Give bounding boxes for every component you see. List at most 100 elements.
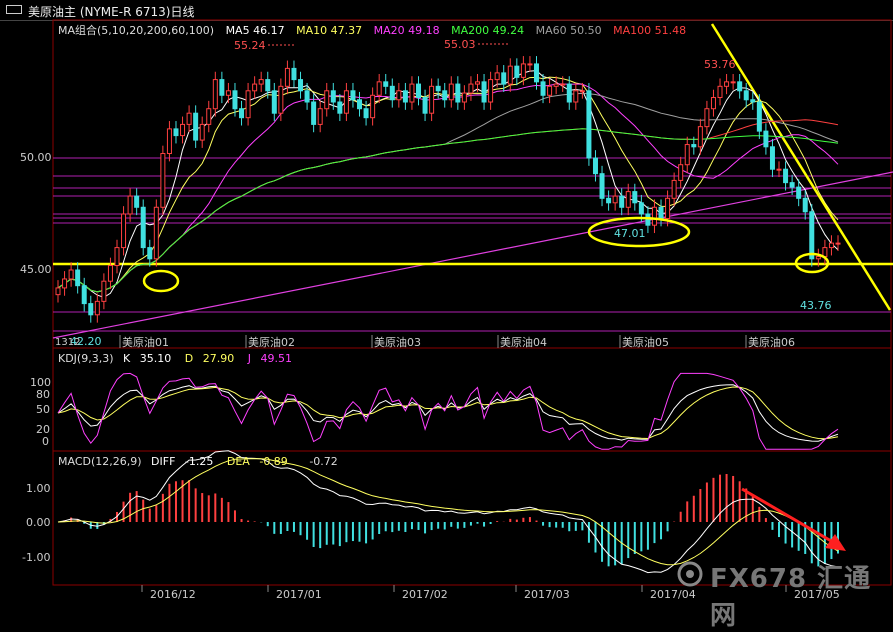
candle-body-6 — [94, 300, 100, 316]
candle-body-25 — [219, 79, 225, 96]
candle-body-114 — [802, 197, 808, 213]
candle-body-98 — [697, 126, 703, 148]
annotation-high-55-24: 55.24 — [234, 39, 266, 52]
annotation-low-43-76: 43.76 — [800, 299, 832, 312]
ma20-value: MA20 49.18 — [373, 24, 440, 37]
candle-body-72 — [527, 63, 533, 66]
candle-body-3 — [75, 269, 81, 287]
candle-body-15 — [153, 206, 159, 260]
candle-body-11 — [127, 195, 133, 215]
ma200-value: MA200 49.24 — [451, 24, 525, 37]
candle-body-71 — [520, 63, 526, 78]
candle-body-113 — [796, 186, 802, 199]
candle-body-21 — [193, 112, 199, 141]
kdj-tick-50: 50 — [36, 403, 50, 416]
kdj-d-label: D — [184, 352, 194, 365]
candle-body-82 — [592, 157, 598, 175]
kdj-j-value: 49.51 — [260, 352, 292, 365]
watermark-text: FX678 汇通网 — [710, 564, 872, 631]
x-label-0: 2016/12 — [150, 588, 196, 601]
kdj-d-value: 27.90 — [202, 352, 235, 365]
candle-body-94 — [671, 179, 677, 199]
contract-label-3: 美原油04 — [500, 335, 547, 349]
candle-body-52 — [396, 90, 402, 101]
candle-body-27 — [232, 90, 238, 110]
kdj-tick-0: 0 — [42, 435, 49, 448]
candle-body-68 — [501, 72, 507, 85]
candle-body-29 — [245, 90, 251, 119]
candle-body-51 — [389, 85, 395, 101]
macd-warning-arrowhead — [825, 534, 846, 551]
candle-body-105 — [743, 90, 749, 101]
candle-body-96 — [684, 144, 690, 166]
chart-canvas[interactable]: 55.24 55.03 53.76 47.01 43.76 42.20 1312… — [0, 0, 893, 604]
candle-body-34 — [278, 85, 284, 114]
candle-body-53 — [402, 90, 408, 103]
candle-body-7 — [101, 280, 107, 302]
candle-body-66 — [488, 79, 494, 103]
candle-body-95 — [678, 164, 684, 181]
candle-body-18 — [173, 128, 179, 137]
candle-body-2 — [68, 269, 74, 280]
annotation-high-53-76: 53.76 — [704, 58, 736, 71]
ma5-value: MA5 46.17 — [225, 24, 285, 37]
candle-body-47 — [363, 108, 369, 119]
candle-body-93 — [665, 197, 671, 219]
candle-body-36 — [291, 67, 297, 81]
candle-body-102 — [724, 81, 730, 87]
candle-body-42 — [330, 90, 336, 103]
candle-body-32 — [265, 79, 271, 92]
macd-header: MACD(12,26,9) DIFF -1.25 DEA -0.89 -0.72 — [58, 455, 338, 468]
macd-tick-1: 1.00 — [26, 482, 51, 495]
falling-trend-line — [710, 23, 892, 311]
macd-dea-label: DEA — [226, 455, 250, 468]
candle-body-4 — [81, 285, 87, 305]
candle-body-63 — [468, 83, 474, 94]
candle-body-115 — [809, 211, 815, 260]
candle-body-111 — [783, 168, 789, 184]
candle-body-116 — [815, 256, 821, 260]
trend-lines — [52, 23, 893, 339]
ma60-value: MA60 50.50 — [535, 24, 602, 37]
macd-histogram-value: -0.72 — [309, 455, 338, 468]
candle-body-89 — [638, 202, 644, 215]
chart-window: 美原油主 (NYME-R 6713)日线 55.24 55.03 53.76 4… — [0, 0, 893, 631]
candle-body-24 — [212, 79, 218, 110]
contract-label-5: 美原油06 — [748, 335, 795, 349]
ma-group-label: MA组合(5,10,20,200,60,100) — [58, 24, 215, 37]
candle-body-19 — [180, 123, 186, 137]
candle-body-110 — [776, 168, 782, 171]
candle-body-38 — [304, 90, 310, 103]
contract-labels: 美原油01 美原油02 美原油03 美原油04 美原油05 美原油06 — [119, 335, 795, 349]
contract-label-4: 美原油05 — [622, 335, 669, 349]
candle-body-83 — [599, 173, 605, 199]
candle-body-58 — [435, 85, 441, 92]
macd-diff-value: -1.25 — [184, 455, 214, 468]
candle-body-12 — [134, 195, 140, 208]
y-tick-50: 50.00 — [20, 151, 52, 164]
candle-body-117 — [822, 247, 828, 258]
kdj-d-line — [57, 386, 839, 440]
candle-body-49 — [376, 81, 382, 96]
candle-body-109 — [769, 146, 775, 170]
candle-body-60 — [448, 83, 454, 101]
candle-body-35 — [284, 67, 290, 87]
candle-body-26 — [225, 90, 231, 96]
candle-body-17 — [166, 128, 172, 155]
candle-body-104 — [737, 81, 743, 92]
candle-body-100 — [710, 97, 716, 110]
candle-body-64 — [474, 81, 480, 85]
candle-body-87 — [625, 191, 631, 208]
candle-body-5 — [88, 303, 94, 316]
candle-body-41 — [324, 90, 330, 110]
macd-plot — [57, 450, 839, 574]
candle-body-101 — [717, 85, 723, 99]
kdj-k-value: 35.10 — [139, 352, 172, 365]
contract-label-2: 美原油03 — [374, 335, 421, 349]
candle-body-99 — [704, 108, 710, 128]
candle-body-43 — [337, 101, 343, 114]
macd-warning-arrow-line — [741, 487, 839, 547]
candle-body-80 — [579, 90, 585, 93]
macd-tick-neg1: -1.00 — [22, 551, 50, 564]
candle-body-10 — [121, 213, 127, 249]
